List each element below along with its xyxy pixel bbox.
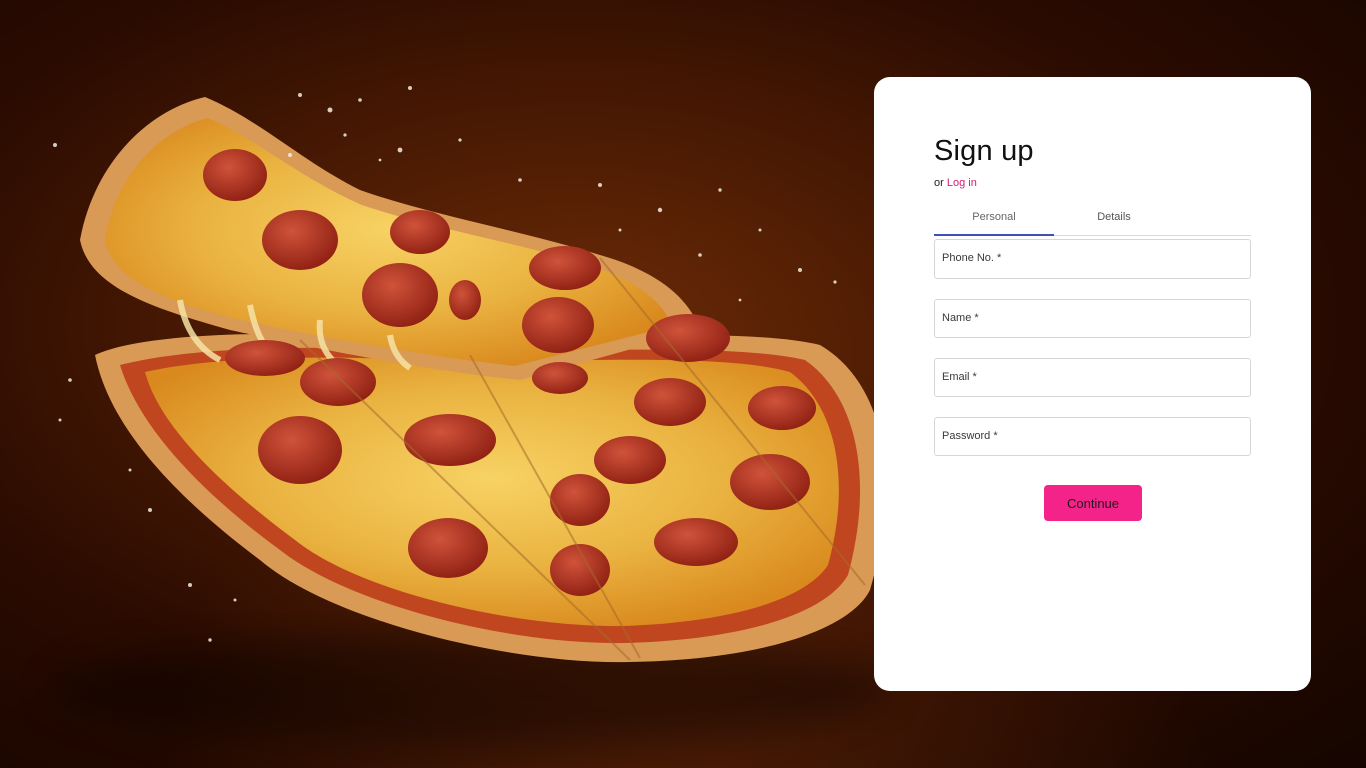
email-field[interactable]: Email * [934, 358, 1251, 397]
signup-card: Sign up or Log in Personal Details Phone… [874, 77, 1311, 691]
page-title: Sign up [934, 135, 1034, 167]
tab-bar: Personal Details [934, 205, 1251, 236]
login-link[interactable]: Log in [947, 177, 977, 189]
password-field-label: Password * [942, 430, 998, 442]
name-field-label: Name * [942, 312, 979, 324]
tab-details[interactable]: Details [1054, 205, 1174, 236]
continue-button[interactable]: Continue [1044, 485, 1142, 521]
phone-field-label: Phone No. * [942, 252, 1002, 264]
phone-field[interactable]: Phone No. * [934, 239, 1251, 279]
pizza-slice [80, 97, 700, 380]
password-field[interactable]: Password * [934, 417, 1251, 456]
email-field-label: Email * [942, 371, 977, 383]
login-prompt: or Log in [934, 177, 977, 189]
login-prompt-prefix: or [934, 177, 944, 189]
name-field[interactable]: Name * [934, 299, 1251, 338]
tab-personal[interactable]: Personal [934, 205, 1054, 236]
